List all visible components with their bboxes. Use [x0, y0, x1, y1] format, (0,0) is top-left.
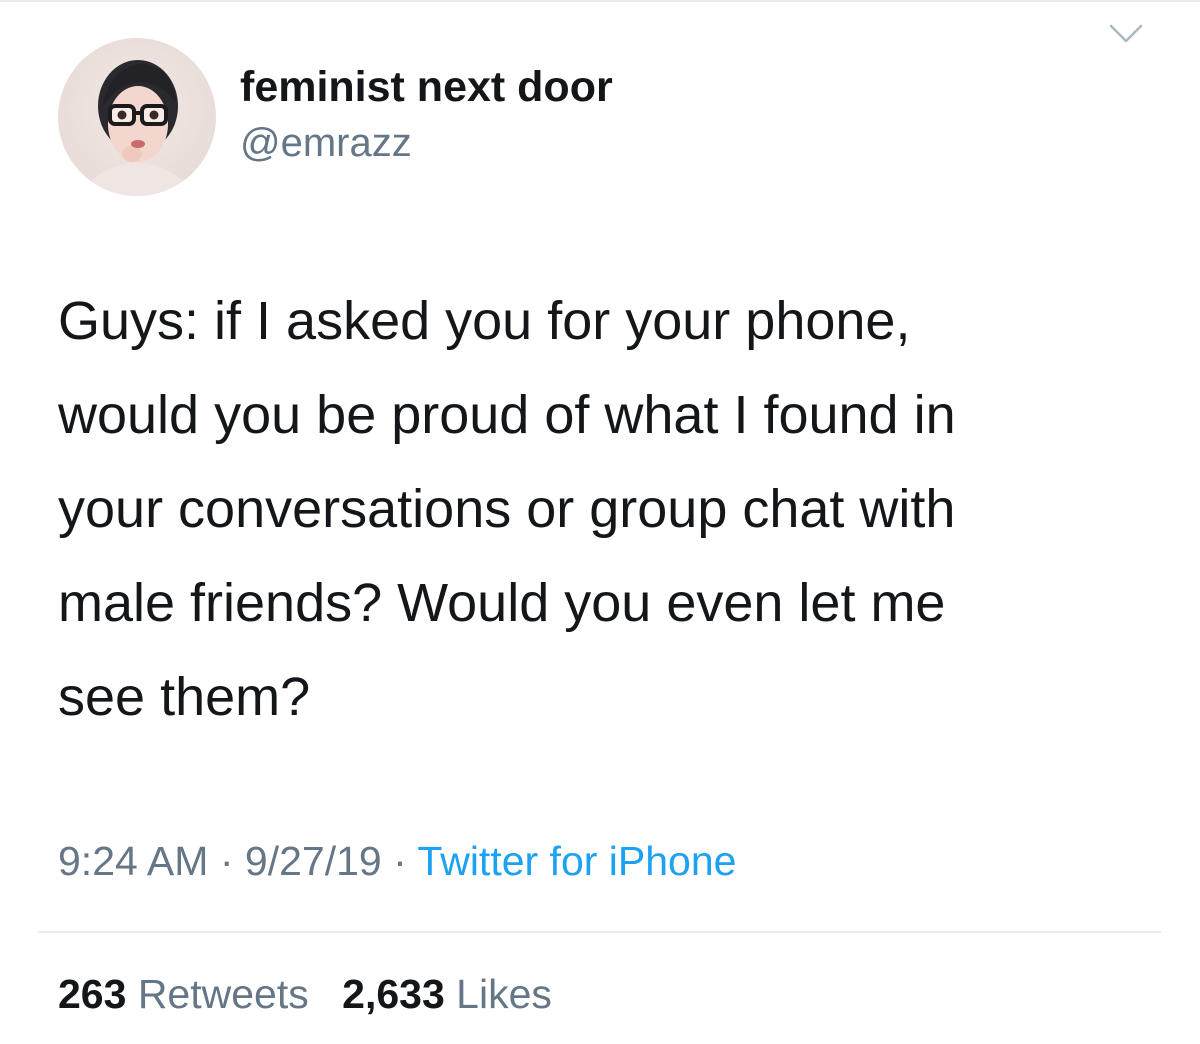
tweet-source-link[interactable]: Twitter for iPhone: [417, 838, 736, 884]
tweet-text-line: male friends? Would you even let me: [58, 573, 946, 633]
tweet-text-line: see them?: [58, 667, 311, 727]
avatar-image: [58, 38, 216, 196]
retweets-label: Retweets: [137, 971, 309, 1017]
avatar[interactable]: [58, 38, 216, 196]
tweet-text-line: your conversations or group chat with: [58, 479, 956, 539]
tweet-date[interactable]: 9/27/19: [245, 838, 382, 884]
top-divider: [0, 0, 1200, 2]
retweets-count: 263: [58, 971, 127, 1017]
author-display-name[interactable]: feminist next door: [240, 62, 613, 112]
meta-separator: ·: [393, 838, 407, 884]
stats-divider: [38, 931, 1161, 933]
likes-count: 2,633: [342, 971, 445, 1017]
chevron-down-icon: [1109, 24, 1143, 43]
tweet-metadata: 9:24 AM · 9/27/19 · Twitter for iPhone: [58, 836, 736, 886]
tweet-stats: 263 Retweets 2,633 Likes: [58, 969, 552, 1019]
tweet-time[interactable]: 9:24 AM: [58, 838, 208, 884]
tweet-text: Guys: if I asked you for your phone, wou…: [58, 274, 1158, 744]
author-handle[interactable]: @emrazz: [240, 119, 412, 167]
tweet-menu-button[interactable]: [1108, 22, 1144, 46]
retweets-stat[interactable]: 263 Retweets: [58, 969, 309, 1019]
meta-separator: ·: [219, 838, 234, 884]
tweet-text-line: Guys: if I asked you for your phone,: [58, 291, 911, 351]
tweet-text-line: would you be proud of what I found in: [58, 385, 956, 445]
likes-label: Likes: [456, 971, 552, 1017]
likes-stat[interactable]: 2,633 Likes: [342, 969, 552, 1019]
